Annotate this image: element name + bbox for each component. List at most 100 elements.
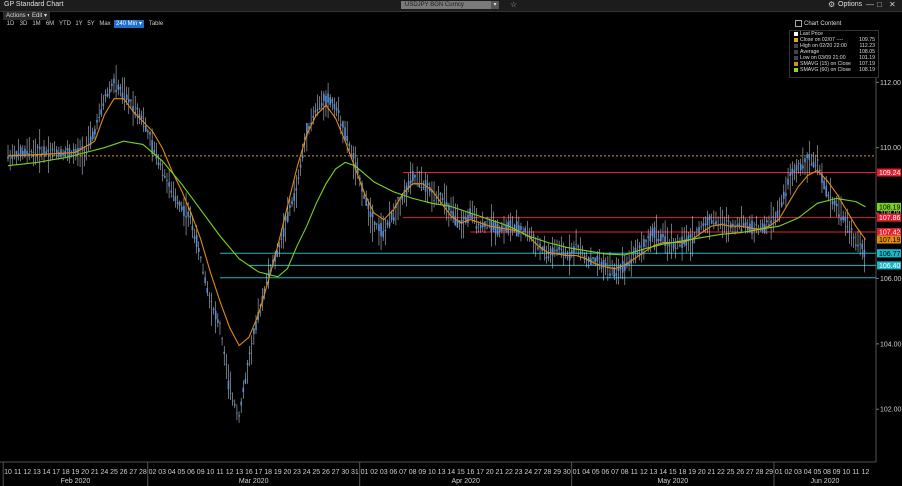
price-bar (13, 154, 16, 156)
price-bar (568, 251, 571, 261)
price-bar (166, 180, 168, 182)
legend-swatch (794, 44, 798, 48)
value-tag-label: 107.19 (879, 237, 901, 244)
x-day-label: 11 (852, 469, 859, 476)
x-day-label: 04 (168, 469, 176, 476)
price-bar (176, 202, 179, 205)
price-bar (45, 151, 47, 154)
price-bar (503, 230, 505, 231)
price-bar (808, 153, 811, 160)
x-day-label: 06 (601, 469, 609, 476)
x-day-label: 20 (81, 469, 89, 476)
x-day-label: 04 (582, 469, 590, 476)
price-bar (734, 226, 736, 228)
price-bar (373, 221, 376, 226)
x-day-label: 27 (129, 469, 137, 476)
price-bar (102, 103, 105, 107)
price-bar (189, 215, 192, 218)
price-bar (660, 233, 662, 242)
price-bar (827, 194, 830, 197)
x-day-label: 03 (158, 469, 166, 476)
price-bar (664, 236, 666, 246)
price-bar (130, 99, 132, 102)
price-bar (518, 225, 520, 235)
price-bar (547, 256, 550, 258)
x-day-label: 01 (361, 469, 369, 476)
price-bar (602, 260, 605, 266)
price-bar (662, 234, 664, 238)
price-bar (236, 412, 238, 414)
y-tick-label: 112.00 (880, 80, 901, 87)
chart-content-checkbox[interactable] (795, 20, 802, 27)
price-bar (857, 244, 859, 247)
price-bar (119, 86, 122, 90)
x-day-label: 15 (669, 469, 677, 476)
price-bar (414, 174, 416, 178)
price-bar (323, 94, 325, 102)
x-day-label: 19 (72, 469, 80, 476)
legend-value: 108.19 (859, 67, 875, 73)
price-bar (581, 251, 584, 254)
price-bar (140, 115, 143, 120)
y-tick-label: 104.00 (880, 341, 902, 348)
chart-content-label: Chart Content (804, 21, 842, 28)
price-bar (108, 89, 111, 93)
price-bar (537, 247, 539, 250)
legend-swatch (794, 56, 798, 60)
x-day-label: 10 (206, 469, 214, 476)
x-day-label: 06 (390, 469, 398, 476)
x-day-label: 12 (640, 469, 648, 476)
price-bar (706, 217, 709, 226)
price-bar (111, 83, 113, 86)
x-day-label: 14 (43, 469, 51, 476)
x-day-label: 23 (515, 469, 523, 476)
price-bar (380, 223, 382, 237)
price-bar (280, 238, 283, 241)
price-bar (643, 239, 645, 248)
x-day-label: 11 (631, 469, 638, 476)
price-bar (164, 175, 166, 178)
price-bar (113, 78, 115, 84)
legend-swatch (794, 32, 798, 36)
price-bar (420, 187, 423, 188)
x-day-label: 21 (91, 469, 99, 476)
price-bar (852, 236, 855, 239)
price-bar (454, 215, 457, 225)
price-bar (789, 173, 791, 177)
price-bar (778, 210, 781, 212)
month-label: Mar 2020 (239, 478, 269, 485)
price-bar (804, 158, 806, 163)
price-bar (426, 183, 429, 185)
price-bar (206, 288, 209, 293)
price-bar (238, 415, 240, 417)
price-bar (746, 226, 749, 231)
price-bar (185, 216, 187, 218)
chart-content-toggle[interactable]: Chart Content (795, 20, 875, 29)
price-bar (791, 168, 794, 175)
x-day-label: 23 (293, 469, 301, 476)
price-bar (708, 215, 711, 220)
price-bar (214, 311, 217, 320)
price-bar (486, 227, 488, 229)
price-bar (647, 236, 649, 238)
price-bar (689, 233, 692, 239)
price-bar (212, 308, 215, 311)
x-day-label: 22 (505, 469, 513, 476)
price-bar (147, 130, 149, 133)
price-bar (418, 184, 421, 188)
price-bar (831, 201, 834, 205)
y-tick-label: 102.00 (880, 407, 902, 414)
x-day-label: 15 (457, 469, 465, 476)
price-bar (231, 400, 234, 402)
price-bar (376, 223, 378, 225)
legend-swatch (794, 50, 798, 54)
price-bar (700, 226, 702, 227)
price-bar (342, 121, 344, 128)
price-bar (17, 153, 20, 155)
price-bar (234, 403, 236, 406)
x-day-label: 25 (312, 469, 320, 476)
x-day-label: 20 (486, 469, 494, 476)
x-day-label: 30 (563, 469, 571, 476)
x-day-label: 27 (534, 469, 542, 476)
price-bar (94, 128, 96, 135)
